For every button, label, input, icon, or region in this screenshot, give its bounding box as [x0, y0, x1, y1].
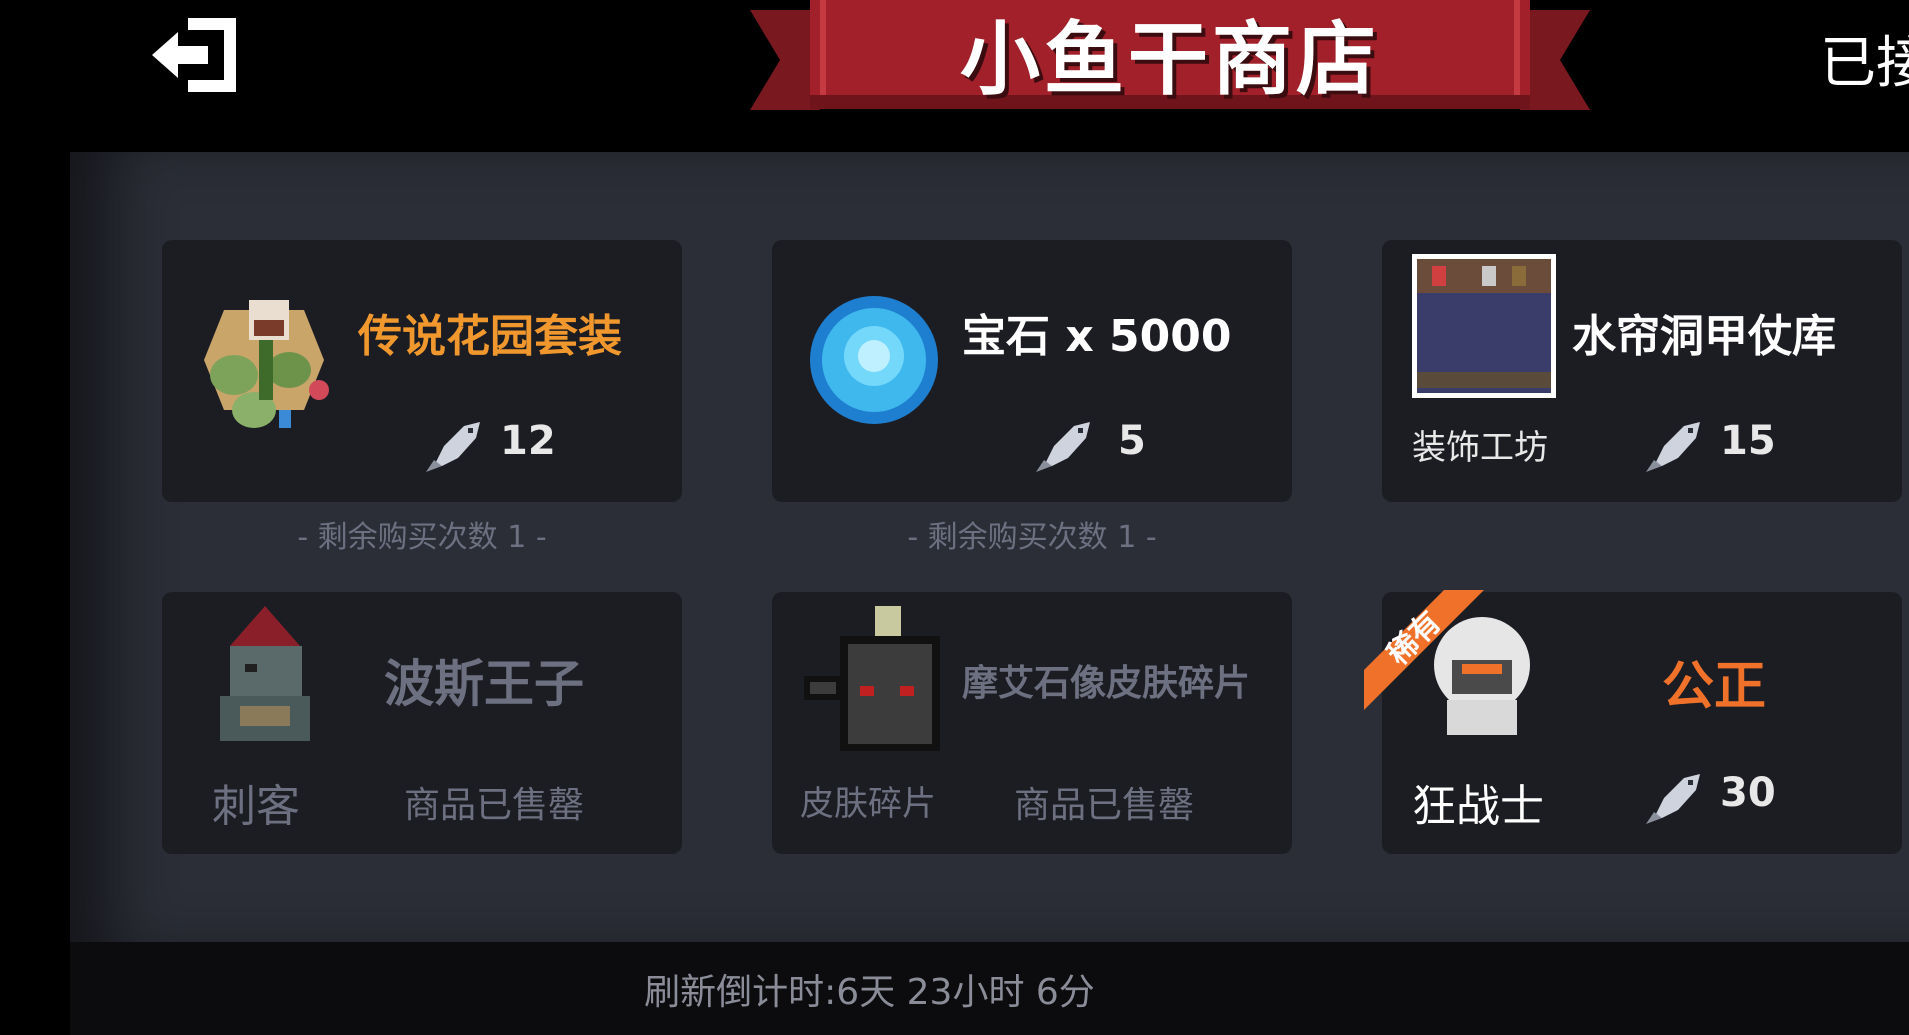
item-name: 水帘洞甲仗库 — [1572, 311, 1836, 362]
prince-of-persia-icon — [220, 606, 310, 741]
shop-panel: 传说花园套装 12 - 剩余购买次数 1 - 宝石 x 5000 5 - 剩余购… — [70, 152, 1909, 942]
fish-currency-icon — [1036, 422, 1090, 472]
item-category: 皮肤碎片 — [800, 784, 936, 824]
item-price: 12 — [500, 418, 556, 464]
top-right-label[interactable]: 已接 — [1820, 18, 1909, 99]
garden-set-icon — [204, 300, 329, 428]
moai-statue-icon — [804, 606, 940, 751]
fish-currency-icon — [1646, 774, 1700, 824]
shop-item-armory[interactable]: 水帘洞甲仗库 装饰工坊 15 — [1382, 240, 1902, 502]
footer-bar: 刷新倒计时:6天 23小时 6分 — [70, 942, 1909, 1035]
armory-thumbnail — [1412, 254, 1556, 398]
shop-item-legendary-garden-set[interactable]: 传说花园套装 12 — [162, 240, 682, 502]
remaining-count: - 剩余购买次数 1 - — [297, 520, 547, 555]
page-title: 小鱼干商店 — [960, 12, 1380, 106]
item-category: 刺客 — [212, 781, 300, 832]
item-price: 5 — [1118, 418, 1146, 464]
shop-item-moai-skin-fragment[interactable]: 摩艾石像皮肤碎片 皮肤碎片 商品已售罄 — [772, 592, 1292, 854]
shop-item-prince-of-persia[interactable]: 波斯王子 刺客 商品已售罄 — [162, 592, 682, 854]
fish-currency-icon — [1646, 422, 1700, 472]
remaining-count: - 剩余购买次数 1 - — [907, 520, 1157, 555]
item-category: 装饰工坊 — [1412, 428, 1548, 468]
refresh-countdown: 刷新倒计时:6天 23小时 6分 — [644, 971, 1095, 1013]
shop-item-gems[interactable]: 宝石 x 5000 5 — [772, 240, 1292, 502]
shop-item-berserker-justice[interactable]: 稀有 公正 狂战士 30 — [1364, 590, 1902, 854]
berserker-icon — [1434, 617, 1530, 735]
item-price: 30 — [1720, 770, 1776, 816]
gem-icon — [810, 296, 938, 424]
item-price: 15 — [1720, 418, 1776, 464]
item-category: 狂战士 — [1412, 781, 1544, 832]
item-name: 波斯王子 — [384, 655, 584, 713]
sold-out-label: 商品已售罄 — [1014, 785, 1195, 826]
item-name: 摩艾石像皮肤碎片 — [962, 663, 1251, 704]
exit-icon — [152, 18, 236, 92]
item-name: 传说花园套装 — [358, 311, 622, 362]
sold-out-label: 商品已售罄 — [404, 785, 585, 826]
item-name: 宝石 x 5000 — [962, 311, 1232, 362]
fish-currency-icon — [426, 422, 480, 472]
exit-button[interactable] — [148, 10, 248, 100]
item-name: 公正 — [1662, 657, 1767, 717]
